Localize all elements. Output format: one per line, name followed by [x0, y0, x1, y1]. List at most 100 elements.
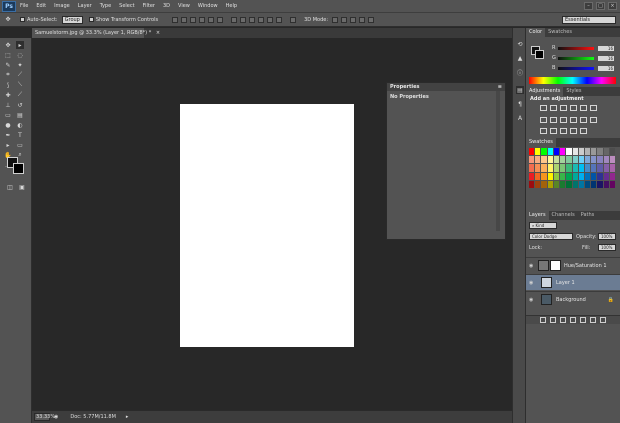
distribute-right-icon[interactable] — [276, 16, 283, 23]
color-swatch[interactable] — [529, 164, 535, 172]
color-swatch[interactable] — [535, 156, 541, 164]
distribute-left-icon[interactable] — [258, 16, 265, 23]
color-swatch[interactable] — [572, 172, 578, 180]
layer-row-background[interactable]: ◉ Background 🔒 — [526, 291, 620, 307]
color-swatch[interactable] — [529, 172, 535, 180]
color-swatch[interactable] — [535, 164, 541, 172]
posterize-icon[interactable] — [550, 128, 557, 134]
color-swatch[interactable] — [535, 180, 541, 188]
brush-tool-icon[interactable]: ⟋ — [16, 91, 24, 99]
pen-tool-icon[interactable]: ✒ — [4, 131, 12, 139]
align-top-icon[interactable] — [172, 16, 179, 23]
color-swatch[interactable] — [609, 180, 615, 188]
color-swatch[interactable] — [560, 148, 566, 156]
color-swatch[interactable] — [547, 156, 553, 164]
color-swatch[interactable] — [535, 172, 541, 180]
exposure-icon[interactable] — [570, 105, 577, 111]
layer-row-layer-1[interactable]: ◉ Layer 1 — [526, 274, 620, 290]
gradient-map-icon[interactable] — [580, 128, 587, 134]
visibility-eye-icon[interactable]: ◉ — [529, 263, 535, 269]
color-swatch[interactable] — [566, 148, 572, 156]
3d-slide-icon[interactable] — [359, 16, 366, 23]
color-swatch[interactable] — [566, 156, 572, 164]
channel-mixer-icon[interactable] — [580, 117, 587, 123]
color-swatch[interactable] — [553, 156, 560, 164]
color-swatch[interactable] — [541, 172, 547, 180]
quick-select-tool-icon[interactable]: ✎ — [4, 61, 12, 69]
tab-close-icon[interactable]: × — [156, 30, 160, 36]
red-slider-track[interactable] — [558, 46, 594, 50]
color-swatch[interactable] — [591, 164, 597, 172]
layer-name-layer-1[interactable]: Layer 1 — [556, 280, 575, 286]
color-lookup-icon[interactable] — [590, 117, 597, 123]
color-swatch[interactable] — [578, 172, 584, 180]
color-swatch[interactable] — [529, 180, 535, 188]
document-tab[interactable]: Samuelstorm.jpg @ 33.3% (Layer 1, RGB/8*… — [32, 28, 160, 38]
blur-tool-icon[interactable]: ● — [4, 121, 12, 129]
distribute-top-icon[interactable] — [231, 16, 238, 23]
layer-row-hue-saturation[interactable]: ◉ Hue/Saturation 1 — [526, 257, 620, 273]
color-swatch[interactable] — [597, 180, 603, 188]
menu-help[interactable]: Help — [226, 3, 237, 9]
3d-pan-icon[interactable] — [350, 16, 357, 23]
color-swatch[interactable] — [541, 180, 547, 188]
color-swatch[interactable] — [547, 172, 553, 180]
dodge-tool-icon[interactable]: ◐ — [16, 121, 24, 129]
hue-saturation-icon[interactable] — [540, 117, 547, 123]
color-swatch[interactable] — [553, 164, 560, 172]
document-canvas[interactable] — [180, 104, 354, 347]
color-swatch[interactable] — [553, 172, 560, 180]
align-right-icon[interactable] — [217, 16, 224, 23]
distribute-hcenter-icon[interactable] — [267, 16, 274, 23]
blend-mode-dropdown[interactable]: Color Dodge — [529, 233, 573, 240]
threshold-icon[interactable] — [560, 128, 567, 134]
blue-slider-track[interactable] — [558, 66, 594, 70]
color-swatch[interactable] — [572, 180, 578, 188]
move-tool-icon[interactable]: ✥ — [4, 41, 12, 49]
menu-3d[interactable]: 3D — [163, 3, 170, 9]
color-spectrum-bar[interactable] — [529, 77, 616, 84]
workspace-dropdown[interactable]: Essentials — [562, 16, 616, 24]
color-swatch[interactable] — [541, 148, 547, 156]
menu-select[interactable]: Select — [119, 3, 134, 9]
invert-icon[interactable] — [540, 128, 547, 134]
path-select-tool-icon[interactable]: ▸ — [4, 141, 12, 149]
ruler-tool-icon[interactable]: ⟍ — [16, 81, 24, 89]
minimize-button[interactable]: – — [584, 2, 593, 10]
visibility-eye-icon[interactable]: ◉ — [529, 280, 535, 286]
gradient-tool-icon[interactable]: ▤ — [16, 111, 24, 119]
fill-field[interactable]: 100% — [598, 244, 616, 251]
color-swatch[interactable] — [578, 164, 584, 172]
color-swatch[interactable] — [597, 156, 603, 164]
quick-mask-icon[interactable]: ◫ — [6, 183, 14, 191]
add-mask-icon[interactable] — [560, 317, 566, 323]
tab-adjustments[interactable]: Adjustments — [526, 87, 564, 96]
tab-channels[interactable]: Channels — [549, 211, 578, 220]
rectangle-tool-icon[interactable]: ▭ — [16, 141, 24, 149]
properties-icon[interactable]: ▤ — [516, 86, 524, 94]
menu-image[interactable]: Image — [54, 3, 70, 9]
color-swatch[interactable] — [609, 148, 615, 156]
opacity-field[interactable]: 100% — [598, 233, 616, 240]
blue-slider[interactable]: B 16 — [552, 65, 618, 71]
eraser-tool-icon[interactable]: ▭ — [4, 111, 12, 119]
photo-filter-icon[interactable] — [570, 117, 577, 123]
artboard-tool-icon[interactable]: ▸ — [16, 41, 24, 49]
distribute-bottom-icon[interactable] — [249, 16, 256, 23]
magic-wand-tool-icon[interactable]: ✦ — [16, 61, 24, 69]
type-tool-icon[interactable]: T — [16, 131, 24, 139]
screen-mode-icon[interactable]: ▣ — [18, 183, 26, 191]
color-swatch[interactable] — [603, 156, 609, 164]
color-swatch[interactable] — [547, 180, 553, 188]
tab-layers[interactable]: Layers — [526, 211, 549, 220]
status-info-icon[interactable]: ◉ — [54, 414, 58, 420]
color-swatch[interactable] — [560, 164, 566, 172]
marquee-tool-icon[interactable]: ⬚ — [4, 51, 12, 59]
3d-rotate-icon[interactable] — [332, 16, 339, 23]
color-swatch[interactable] — [529, 156, 535, 164]
align-left-icon[interactable] — [199, 16, 206, 23]
color-swatch[interactable] — [541, 164, 547, 172]
align-hcenter-icon[interactable] — [208, 16, 215, 23]
color-swatch[interactable] — [609, 164, 615, 172]
vibrance-icon[interactable] — [580, 105, 587, 111]
